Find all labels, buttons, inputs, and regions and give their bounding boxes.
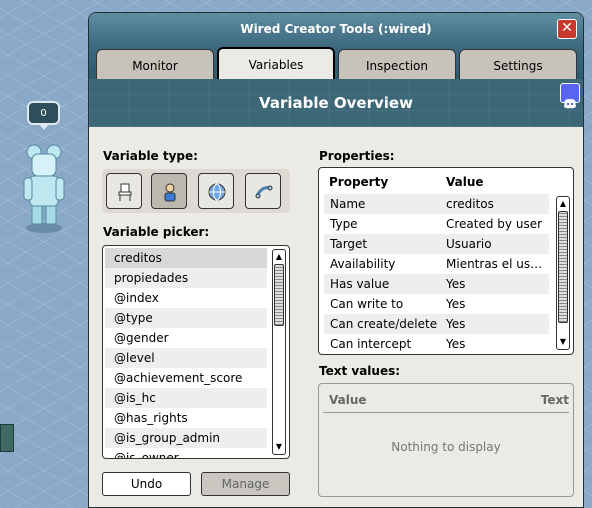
column-text: Text	[540, 393, 569, 407]
speech-bubble-tail	[39, 124, 49, 130]
variable-picker-list[interactable]: creditos propiedades @index @type @gende…	[102, 245, 290, 459]
properties-label: Properties:	[319, 149, 395, 163]
property-key: Name	[330, 197, 366, 211]
tab-settings[interactable]: Settings	[459, 49, 577, 79]
list-item[interactable]: @has_rights	[105, 408, 267, 428]
variable-list-scrollbar[interactable]: ▲ ▼	[272, 249, 286, 455]
table-row: Can write to Yes	[324, 294, 549, 314]
table-row: Name creditos	[324, 194, 549, 214]
variable-type-global-button[interactable]	[198, 173, 234, 209]
property-key: Can create/delete	[330, 317, 438, 331]
properties-table: Property Value Name creditos Type Created …	[318, 167, 574, 355]
text-values-table: Value Text Nothing to display	[318, 383, 574, 497]
variable-type-label: Variable type:	[103, 149, 198, 163]
avatar[interactable]	[18, 142, 70, 234]
column-property: Property	[329, 175, 389, 189]
section-banner: Variable Overview	[89, 79, 583, 127]
variable-list: creditos propiedades @index @type @gende…	[105, 248, 267, 458]
properties-scrollbar[interactable]: ▲ ▼	[556, 196, 570, 350]
list-item[interactable]: @index	[105, 288, 267, 308]
property-key: Can write to	[330, 297, 404, 311]
close-button[interactable]: ✕	[557, 19, 577, 39]
list-item[interactable]: @is_hc	[105, 388, 267, 408]
property-value: Yes	[446, 277, 466, 291]
column-value: Value	[329, 393, 367, 407]
globe-icon	[208, 183, 226, 201]
variable-type-panel	[102, 169, 290, 213]
undo-button[interactable]: Undo	[102, 472, 191, 496]
property-value: Usuario	[446, 237, 492, 251]
furniture-chair-icon	[118, 183, 132, 201]
variable-type-context-button[interactable]	[245, 173, 281, 209]
property-key: Target	[330, 237, 368, 251]
window-titlebar[interactable]: Wired Creator Tools (:wired) ✕	[89, 13, 583, 45]
list-item[interactable]: creditos	[105, 248, 267, 268]
context-link-icon	[255, 185, 273, 199]
table-row: Type Created by user	[324, 214, 549, 234]
tab-bar: Monitor Variables Inspection Settings	[89, 45, 583, 79]
list-item[interactable]: @level	[105, 348, 267, 368]
list-item[interactable]: @achievement_score	[105, 368, 267, 388]
list-item[interactable]: @type	[105, 308, 267, 328]
property-key: Can intercept	[330, 337, 412, 351]
scroll-down-icon[interactable]: ▼	[557, 336, 569, 348]
property-key: Availability	[330, 257, 396, 271]
list-item[interactable]: propiedades	[105, 268, 267, 288]
tab-monitor[interactable]: Monitor	[96, 49, 214, 79]
manage-button[interactable]: Manage	[201, 472, 290, 496]
scroll-up-icon[interactable]: ▲	[557, 198, 569, 210]
property-key: Has value	[330, 277, 390, 291]
table-row: Target Usuario	[324, 234, 549, 254]
tab-variables[interactable]: Variables	[217, 47, 335, 79]
list-item[interactable]: @gender	[105, 328, 267, 348]
variable-type-furni-button[interactable]	[106, 173, 142, 209]
scroll-up-icon[interactable]: ▲	[273, 251, 285, 263]
properties-header: Property Value	[319, 168, 559, 194]
wired-creator-tools-window: Wired Creator Tools (:wired) ✕ Monitor V…	[88, 12, 584, 508]
table-row: Has value Yes	[324, 274, 549, 294]
tab-inspection[interactable]: Inspection	[338, 49, 456, 79]
property-key: Type	[330, 217, 358, 231]
empty-state-message: Nothing to display	[391, 440, 501, 454]
column-value: Value	[446, 175, 484, 189]
banner-title: Variable Overview	[259, 94, 413, 112]
scroll-thumb[interactable]	[558, 211, 568, 323]
table-row: Can create/delete Yes	[324, 314, 549, 334]
speech-bubble: 0	[27, 101, 60, 125]
user-avatar-icon	[164, 183, 176, 202]
property-value: Mientras el usuario	[446, 257, 546, 271]
list-item[interactable]: @is_group_admin	[105, 428, 267, 448]
table-row: Can intercept Yes	[324, 334, 549, 354]
list-item[interactable]: @is_owner	[105, 448, 267, 458]
text-values-label: Text values:	[319, 364, 401, 378]
property-value: Created by user	[446, 217, 543, 231]
table-row: Availability Mientras el usuario	[324, 254, 549, 274]
variable-type-user-button[interactable]	[151, 173, 187, 209]
property-value: Yes	[446, 317, 466, 331]
property-value: Yes	[446, 297, 466, 311]
text-values-header: Value Text	[323, 390, 569, 413]
property-value: Yes	[446, 337, 466, 351]
scroll-thumb[interactable]	[274, 264, 284, 326]
room-furniture-block	[0, 424, 14, 452]
property-value: creditos	[446, 197, 494, 211]
properties-rows: Name creditos Type Created by user Target U…	[319, 194, 559, 354]
variable-picker-label: Variable picker:	[103, 225, 210, 239]
window-title: Wired Creator Tools (:wired)	[240, 22, 432, 36]
scroll-down-icon[interactable]: ▼	[273, 441, 285, 453]
discord-icon[interactable]	[560, 83, 580, 109]
